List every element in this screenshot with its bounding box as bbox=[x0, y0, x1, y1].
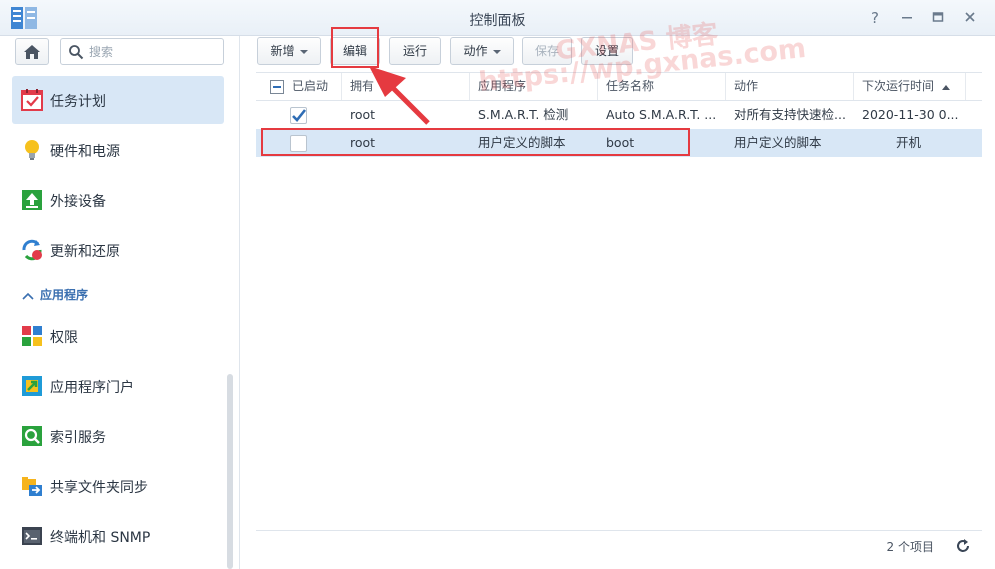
cell-action: 对所有支持快速检... bbox=[734, 107, 846, 122]
item-count: 2 个项目 bbox=[886, 540, 934, 554]
select-all-checkbox[interactable] bbox=[270, 79, 284, 94]
cell-application: S.M.A.R.T. 检测 bbox=[478, 107, 569, 122]
edit-button[interactable]: 编辑 bbox=[330, 37, 380, 65]
header-label: 已启动 bbox=[292, 79, 329, 93]
maximize-button[interactable] bbox=[928, 8, 948, 28]
sidebar-item-terminal-snmp[interactable]: 终端机和 SNMP bbox=[12, 512, 224, 560]
sidebar-item-label: 任务计划 bbox=[50, 94, 106, 110]
task-calendar-icon bbox=[21, 89, 43, 111]
grid-footer: 2 个项目 bbox=[256, 530, 982, 559]
sidebar-item-permissions[interactable]: 权限 bbox=[12, 312, 224, 360]
header-label: 下次运行时间 bbox=[862, 79, 935, 93]
sidebar-item-label: 硬件和电源 bbox=[50, 144, 120, 160]
cell-task-name: Auto S.M.A.R.T. ... bbox=[606, 107, 717, 122]
settings-button[interactable]: 设置 bbox=[581, 37, 633, 65]
header-enabled[interactable]: 已启动 bbox=[256, 73, 342, 100]
cell-application: 用户定义的脚本 bbox=[478, 135, 566, 150]
cell-task-name: boot bbox=[606, 135, 635, 150]
cell-action: 用户定义的脚本 bbox=[734, 135, 822, 150]
minimize-icon bbox=[902, 17, 912, 19]
help-button[interactable]: ? bbox=[865, 8, 885, 28]
header-label: 任务名称 bbox=[606, 79, 655, 93]
sidebar-item-label: 权限 bbox=[50, 330, 78, 346]
window-title: 控制面板 bbox=[469, 13, 526, 29]
header-label: 应用程序 bbox=[478, 79, 527, 93]
external-device-icon bbox=[22, 190, 42, 210]
cell-next-run: 开机 bbox=[896, 135, 922, 150]
search-icon bbox=[69, 45, 84, 60]
sidebar-item-update-restore[interactable]: 更新和还原 bbox=[12, 226, 224, 274]
close-icon bbox=[965, 12, 975, 22]
search-input[interactable] bbox=[89, 43, 217, 61]
home-icon bbox=[24, 45, 40, 59]
cell-owner: root bbox=[350, 135, 376, 150]
action-button[interactable]: 动作 bbox=[450, 37, 514, 65]
chevron-down-icon bbox=[299, 49, 308, 54]
save-label: 保存 bbox=[534, 44, 559, 58]
refresh-icon[interactable] bbox=[954, 537, 972, 555]
sidebar-item-label: 终端机和 SNMP bbox=[50, 530, 151, 546]
edit-label: 编辑 bbox=[342, 44, 367, 58]
run-label: 运行 bbox=[402, 44, 427, 58]
enabled-checkbox[interactable] bbox=[290, 135, 307, 152]
run-button[interactable]: 运行 bbox=[389, 37, 441, 65]
sidebar: 任务计划 硬件和电源 外接设备 更新和还原 应用程序 bbox=[0, 36, 240, 569]
home-button[interactable] bbox=[15, 38, 49, 65]
search-box[interactable] bbox=[60, 38, 224, 65]
sidebar-item-label: 共享文件夹同步 bbox=[50, 480, 148, 496]
header-application[interactable]: 应用程序 bbox=[470, 73, 598, 100]
sidebar-item-task-scheduler[interactable]: 任务计划 bbox=[12, 76, 224, 124]
maximize-icon bbox=[932, 12, 944, 22]
sort-ascending-icon bbox=[941, 84, 950, 90]
create-button[interactable]: 新增 bbox=[257, 37, 321, 65]
section-label: 应用程序 bbox=[40, 288, 89, 302]
sidebar-item-external-devices[interactable]: 外接设备 bbox=[12, 176, 224, 224]
update-restore-icon bbox=[22, 239, 42, 261]
create-label: 新增 bbox=[270, 44, 295, 58]
header-next-run[interactable]: 下次运行时间 bbox=[854, 73, 966, 100]
title-bar: 控制面板 ? bbox=[0, 0, 995, 36]
shared-folder-sync-icon bbox=[22, 477, 42, 496]
lightbulb-icon bbox=[25, 140, 39, 160]
sidebar-item-label: 应用程序门户 bbox=[50, 380, 134, 396]
chevron-down-icon bbox=[492, 49, 501, 54]
sidebar-item-index-service[interactable]: 索引服务 bbox=[12, 412, 224, 460]
grid-header: 已启动 拥有 应用程序 任务名称 动作 下次运行时间 bbox=[256, 73, 982, 101]
chevron-up-icon bbox=[22, 292, 34, 300]
table-row[interactable]: root 用户定义的脚本 boot 用户定义的脚本 开机 bbox=[256, 129, 982, 157]
minimize-button[interactable] bbox=[897, 8, 917, 28]
sidebar-item-label: 更新和还原 bbox=[50, 244, 120, 260]
app-portal-icon bbox=[22, 376, 42, 396]
sidebar-item-app-portal[interactable]: 应用程序门户 bbox=[12, 362, 224, 410]
header-task-name[interactable]: 任务名称 bbox=[598, 73, 726, 100]
settings-label: 设置 bbox=[594, 44, 619, 58]
header-label: 动作 bbox=[734, 79, 759, 93]
cell-owner: root bbox=[350, 107, 376, 122]
cell-next-run: 2020-11-30 0... bbox=[862, 107, 959, 122]
sidebar-scrollbar[interactable] bbox=[227, 374, 233, 569]
checkmark-icon bbox=[292, 109, 307, 122]
table-row[interactable]: root S.M.A.R.T. 检测 Auto S.M.A.R.T. ... 对… bbox=[256, 101, 982, 129]
enabled-checkbox[interactable] bbox=[290, 107, 307, 124]
action-label: 动作 bbox=[463, 44, 488, 58]
close-button[interactable] bbox=[960, 8, 980, 28]
index-service-icon bbox=[22, 426, 42, 446]
task-grid: 已启动 拥有 应用程序 任务名称 动作 下次运行时间 root S.M.A.R.… bbox=[256, 72, 982, 530]
permissions-icon bbox=[22, 326, 42, 346]
sidebar-item-label: 外接设备 bbox=[50, 194, 106, 210]
save-button[interactable]: 保存 bbox=[522, 37, 572, 65]
header-owner[interactable]: 拥有 bbox=[342, 73, 470, 100]
header-action[interactable]: 动作 bbox=[726, 73, 854, 100]
sidebar-section-applications[interactable]: 应用程序 bbox=[22, 286, 88, 303]
indeterminate-mark bbox=[273, 85, 281, 88]
sidebar-item-shared-folder-sync[interactable]: 共享文件夹同步 bbox=[12, 462, 224, 510]
sidebar-item-hardware-power[interactable]: 硬件和电源 bbox=[12, 126, 224, 174]
terminal-icon bbox=[22, 527, 42, 545]
header-label: 拥有 bbox=[350, 79, 375, 93]
sidebar-item-label: 索引服务 bbox=[50, 430, 106, 446]
